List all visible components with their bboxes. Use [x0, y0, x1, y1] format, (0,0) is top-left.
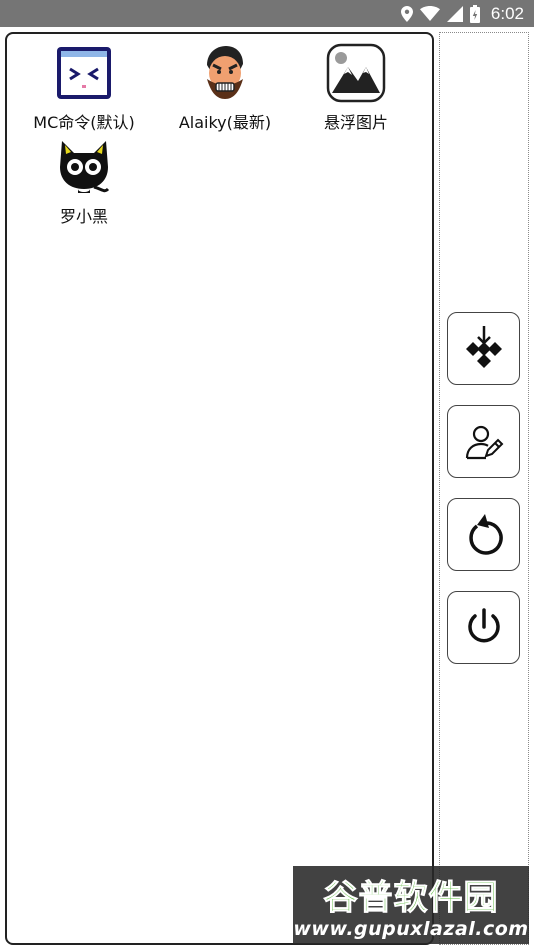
- user-edit-button[interactable]: [447, 405, 520, 478]
- refresh-button[interactable]: [447, 498, 520, 571]
- floating-image-icon: [326, 43, 386, 103]
- screen: 6:02 MC命令(默认) Alaiky(最新) 悬浮图片 罗小黑 谷普软件园 …: [0, 0, 534, 950]
- collapse-button[interactable]: [447, 312, 520, 385]
- user-edit-icon: [464, 422, 504, 462]
- black-cat-icon: [54, 137, 114, 197]
- power-button[interactable]: [447, 591, 520, 664]
- app-label: 罗小黑: [59, 207, 108, 226]
- watermark: 谷普软件园 www.gupuxlazal.com: [293, 866, 529, 944]
- app-item-mc-command[interactable]: MC命令(默认): [14, 34, 154, 132]
- mc-command-icon: [54, 43, 114, 103]
- battery-charging-icon: [469, 4, 480, 23]
- signal-icon: [446, 5, 463, 22]
- app-item-black-cat[interactable]: 罗小黑: [14, 128, 154, 226]
- app-label: 悬浮图片: [323, 113, 388, 132]
- collapse-arrows-icon: [463, 325, 505, 372]
- power-icon: [464, 607, 504, 649]
- status-bar: 6:02: [0, 0, 534, 27]
- app-label: Alaiky(最新): [178, 113, 272, 132]
- status-icons: 6:02: [400, 0, 524, 27]
- location-icon: [400, 5, 413, 22]
- wifi-icon: [419, 6, 440, 21]
- watermark-url: www.gupuxlazal.com: [293, 918, 529, 940]
- app-item-alaiky[interactable]: Alaiky(最新): [155, 34, 295, 132]
- alaiky-character-icon: [195, 43, 255, 103]
- refresh-icon: [463, 512, 505, 558]
- app-item-floating-image[interactable]: 悬浮图片: [286, 34, 426, 132]
- clock: 6:02: [490, 3, 524, 23]
- app-panel: MC命令(默认) Alaiky(最新) 悬浮图片 罗小黑: [5, 32, 434, 945]
- side-control-panel: [439, 32, 529, 945]
- watermark-logo: 谷普软件园: [323, 878, 499, 919]
